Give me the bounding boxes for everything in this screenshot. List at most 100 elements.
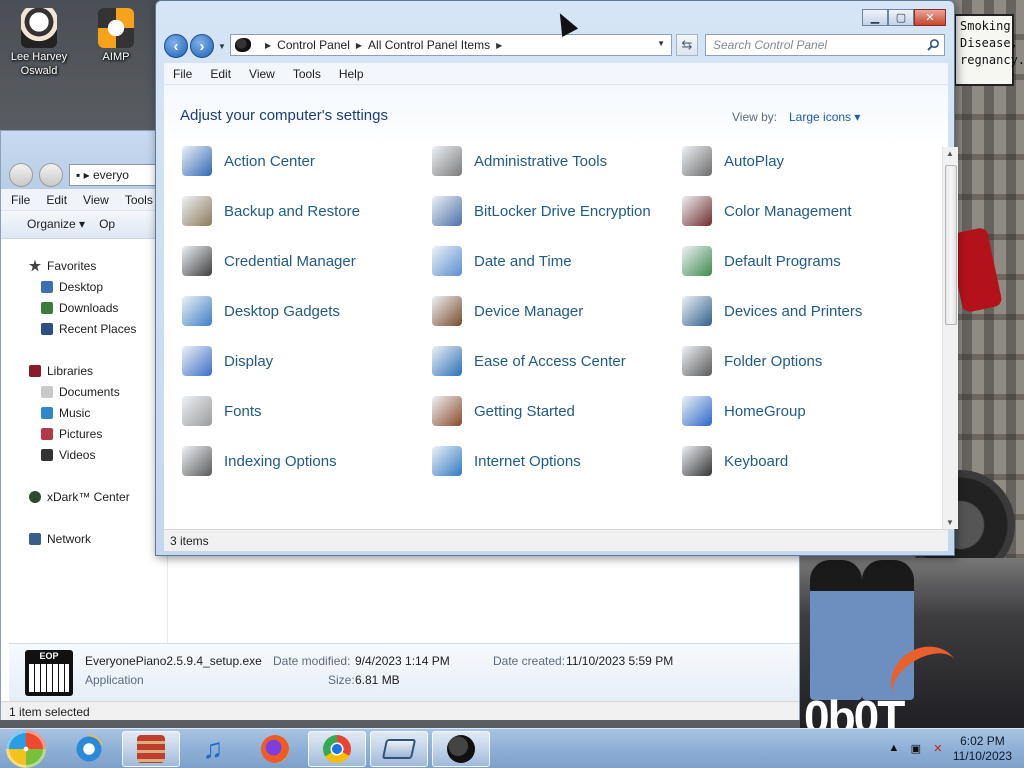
control-panel-item[interactable]: Devices and Printers <box>682 294 862 328</box>
nav-music[interactable]: Music <box>11 402 167 423</box>
volume-muted-icon[interactable]: ✕ <box>931 742 945 756</box>
chevron-right-icon[interactable]: ▶ <box>496 41 502 50</box>
desktop-icon-aimp[interactable]: AIMP <box>80 8 152 64</box>
control-panel-item-label: Device Manager <box>474 302 584 320</box>
date-created-value: 11/10/2023 5:59 PM <box>566 654 674 668</box>
search-icon[interactable] <box>927 38 940 51</box>
organize-button[interactable]: Organize ▾ <box>27 217 85 232</box>
scroll-down-icon[interactable]: ▼ <box>946 518 954 527</box>
close-button[interactable]: ✕ <box>914 9 946 26</box>
desktop-icon-label: Lee Harvey Oswald <box>10 51 68 77</box>
control-panel-item[interactable]: Display <box>182 344 273 378</box>
control-panel-item[interactable]: Ease of Access Center <box>432 344 626 378</box>
control-panel-item[interactable]: Color Management <box>682 194 852 228</box>
open-button[interactable]: Op <box>99 217 115 232</box>
taskbar-chrome[interactable] <box>308 731 366 767</box>
nav-recent-places[interactable]: Recent Places <box>11 318 167 339</box>
nav-desktop[interactable]: Desktop <box>11 276 167 297</box>
nav-videos[interactable]: Videos <box>11 444 167 465</box>
scrollbar-thumb[interactable] <box>945 165 957 325</box>
nav-pictures[interactable]: Pictures <box>11 423 167 444</box>
control-panel-item[interactable]: Action Center <box>182 144 315 178</box>
chevron-right-icon[interactable]: ▶ <box>265 41 271 50</box>
control-panel-item[interactable]: Date and Time <box>432 244 572 278</box>
control-panel-item[interactable]: Getting Started <box>432 394 575 428</box>
control-panel-item[interactable]: Credential Manager <box>182 244 356 278</box>
start-button[interactable] <box>6 730 46 768</box>
star-icon <box>29 259 41 272</box>
nav-xdark-center[interactable]: xDark™ Center <box>11 486 167 507</box>
videos-icon <box>41 448 53 461</box>
taskbar-window[interactable] <box>370 731 428 767</box>
search-input[interactable]: Search Control Panel <box>705 34 945 56</box>
control-panel-item[interactable]: Administrative Tools <box>432 144 607 178</box>
refresh-button[interactable]: ⇆ <box>676 34 698 56</box>
wallpaper-sign: Smoking Disease, regnancy. <box>954 14 1024 86</box>
details-pane: EOP EveryonePiano2.5.9.4_setup.exe Appli… <box>9 643 799 701</box>
address-bar[interactable]: ▶ Control Panel ▶ All Control Panel Item… <box>230 34 672 56</box>
forward-icon[interactable] <box>39 163 63 187</box>
control-panel-item[interactable]: Desktop Gadgets <box>182 294 340 328</box>
scroll-up-icon[interactable]: ▲ <box>946 149 954 158</box>
vertical-scrollbar[interactable]: ▲ ▼ <box>942 147 958 529</box>
control-panel-item-label: Action Center <box>224 152 315 170</box>
control-panel-item[interactable]: Internet Options <box>432 444 581 478</box>
taskbar-music[interactable]: ♫ <box>184 731 242 767</box>
menu-edit[interactable]: Edit <box>46 193 67 207</box>
desktop-icon-label: AIMP <box>102 51 130 63</box>
back-icon[interactable] <box>9 163 33 187</box>
view-by-dropdown[interactable]: Large icons ▾ <box>789 110 860 124</box>
taskbar-internet-explorer[interactable] <box>60 731 118 767</box>
back-button[interactable]: ‹ <box>164 34 188 58</box>
menu-view[interactable]: View <box>83 193 109 207</box>
taskbar-explorer[interactable] <box>122 731 180 767</box>
control-panel-item-label: Fonts <box>224 402 262 420</box>
menu-tools[interactable]: Tools <box>125 193 153 207</box>
control-panel-item-label: Default Programs <box>724 252 841 270</box>
control-panel-item[interactable]: Indexing Options <box>182 444 337 478</box>
nav-favorites[interactable]: Favorites <box>11 255 167 276</box>
control-panel-item[interactable]: Folder Options <box>682 344 822 378</box>
chevron-down-icon[interactable]: ▼ <box>657 39 665 48</box>
control-panel-item[interactable]: Default Programs <box>682 244 841 278</box>
menu-file[interactable]: File <box>164 63 201 84</box>
menu-help[interactable]: Help <box>330 63 373 84</box>
breadcrumb-control-panel[interactable]: Control Panel <box>277 38 350 52</box>
control-panel-item[interactable]: Backup and Restore <box>182 194 360 228</box>
control-panel-item[interactable]: HomeGroup <box>682 394 806 428</box>
control-panel-item[interactable]: BitLocker Drive Encryption <box>432 194 651 228</box>
piano-app-icon: EOP <box>25 650 73 696</box>
menu-file[interactable]: File <box>11 193 30 207</box>
nav-libraries[interactable]: Libraries <box>11 360 167 381</box>
control-panel-item[interactable]: Fonts <box>182 394 262 428</box>
taskbar-control-panel[interactable] <box>432 731 490 767</box>
taskbar-firefox[interactable] <box>246 731 304 767</box>
clock[interactable]: 6:02 PM 11/10/2023 <box>953 734 1012 764</box>
recent-pages-dropdown[interactable]: ▼ <box>216 42 228 51</box>
desktop-icon-lee-harvey-oswald[interactable]: Lee Harvey Oswald <box>3 8 75 78</box>
nav-label: Music <box>59 405 91 420</box>
nav-network[interactable]: Network <box>11 528 167 549</box>
control-panel-item[interactable]: Keyboard <box>682 444 788 478</box>
control-panel-item[interactable]: AutoPlay <box>682 144 784 178</box>
forward-button[interactable]: › <box>190 34 214 58</box>
show-hidden-icons-icon[interactable]: ▲ <box>887 742 901 756</box>
minimize-button[interactable]: ▁ <box>862 9 888 26</box>
nav-downloads[interactable]: Downloads <box>11 297 167 318</box>
menu-edit[interactable]: Edit <box>201 63 240 84</box>
nav-label: Videos <box>59 447 96 462</box>
explorer-address-bar[interactable]: ▪ ▸ everyo <box>69 164 159 186</box>
menu-view[interactable]: View <box>240 63 284 84</box>
sign-line: Smoking <box>960 19 1011 33</box>
breadcrumb-all-items[interactable]: All Control Panel Items <box>368 38 490 52</box>
menu-tools[interactable]: Tools <box>284 63 330 84</box>
menubar: File Edit View Tools Help <box>164 63 948 85</box>
control-panel-item[interactable]: Device Manager <box>432 294 583 328</box>
nav-label: Downloads <box>59 300 119 315</box>
network-icon[interactable]: ▣ <box>909 742 923 756</box>
chevron-right-icon[interactable]: ▶ <box>356 41 362 50</box>
default-programs-icon <box>682 246 712 276</box>
documents-icon <box>41 385 53 398</box>
nav-documents[interactable]: Documents <box>11 381 167 402</box>
maximize-button[interactable]: ▢ <box>888 9 914 26</box>
